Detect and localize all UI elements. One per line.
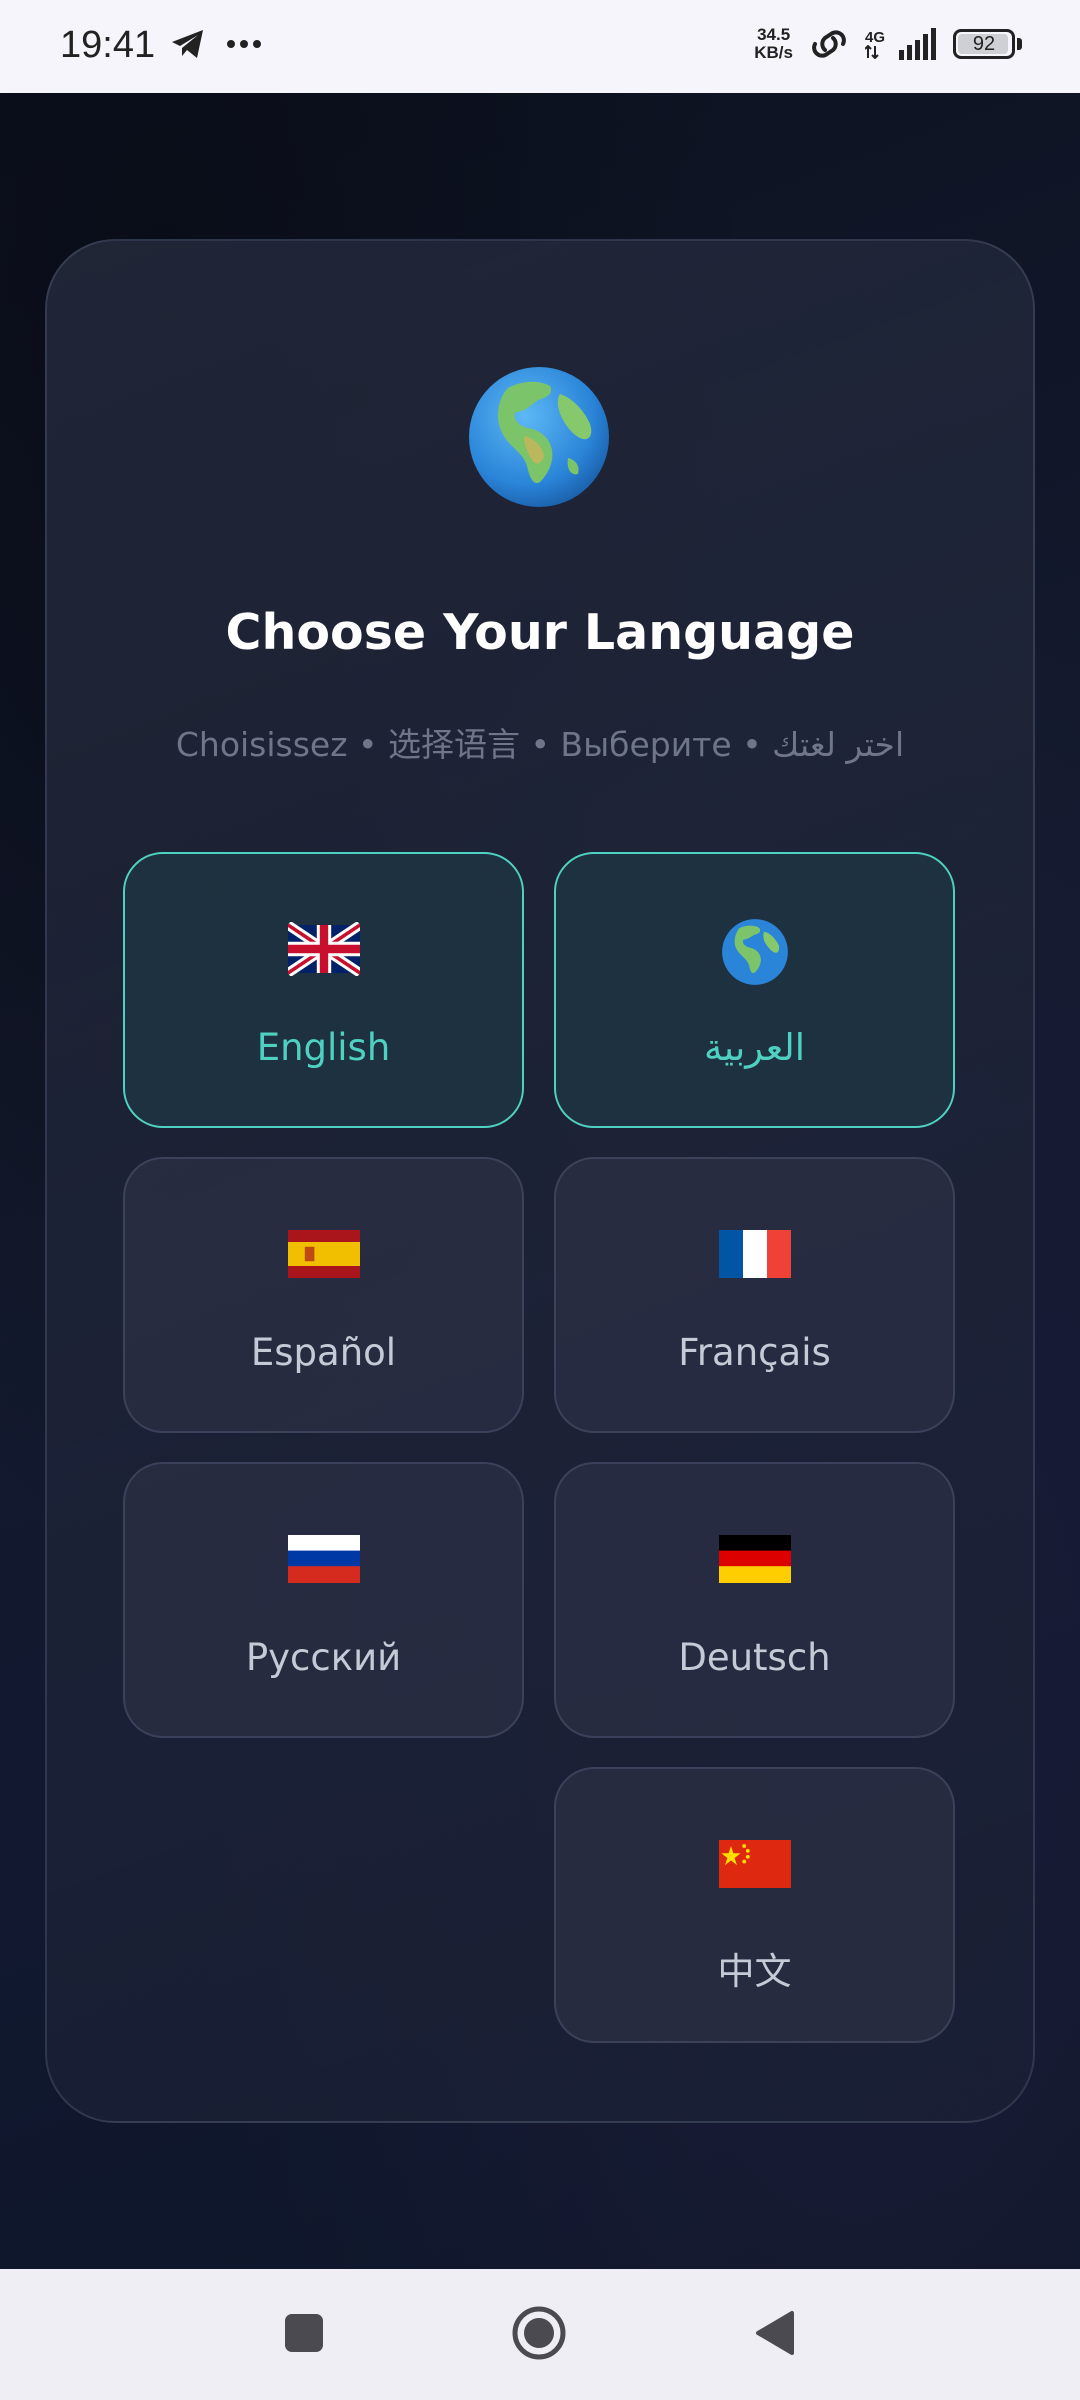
page-title: Choose Your Language [225, 604, 855, 661]
battery-icon: 92 [953, 29, 1015, 59]
link-icon [812, 30, 846, 58]
telegram-icon [172, 30, 203, 58]
globe-icon [721, 919, 788, 985]
status-time: 19:41 [60, 24, 156, 66]
net-speed-value: 34.5 [757, 25, 791, 44]
language-label: Deutsch [678, 1636, 831, 1679]
network-type-label: 4G [864, 28, 885, 46]
germany-flag-icon [718, 1535, 791, 1583]
language-label: English [256, 1026, 391, 1069]
language-label: 中文 [717, 1950, 792, 1993]
home-button[interactable] [503, 2297, 575, 2369]
net-speed: 34.5 KB/s [754, 26, 793, 62]
language-option-english[interactable]: English [123, 852, 524, 1128]
uk-flag-icon [287, 922, 360, 976]
language-option-russian[interactable]: Русский [123, 1462, 524, 1738]
recents-icon [285, 2314, 323, 2352]
status-bar: 19:41 34.5 KB/s 4G 92 [0, 0, 1080, 93]
language-option-german[interactable]: Deutsch [554, 1462, 955, 1738]
recents-button[interactable] [268, 2297, 340, 2369]
network-type: 4G [864, 28, 885, 59]
globe-icon [469, 367, 609, 507]
home-icon [512, 2306, 566, 2360]
language-option-arabic[interactable]: العربية [554, 852, 955, 1128]
language-label: العربية [703, 1026, 806, 1069]
language-label: Français [678, 1331, 831, 1374]
language-option-french[interactable]: Français [554, 1157, 955, 1433]
net-speed-unit: KB/s [754, 43, 793, 62]
language-option-chinese[interactable]: 中文 [554, 1767, 955, 2043]
language-label: Español [250, 1331, 397, 1374]
data-arrows-icon [864, 44, 879, 59]
china-flag-icon [718, 1840, 791, 1888]
page-subtitle: Choisissez • 选择语言 • Выберите • اختر لغتك [175, 725, 905, 764]
back-button[interactable] [738, 2297, 810, 2369]
language-label: Русский [245, 1636, 402, 1679]
battery-level: 92 [972, 32, 996, 55]
more-icon [227, 40, 261, 48]
spain-flag-icon [287, 1230, 360, 1278]
system-nav-bar [0, 2269, 1080, 2400]
france-flag-icon [718, 1230, 791, 1278]
back-icon [756, 2311, 794, 2355]
russia-flag-icon [287, 1535, 360, 1583]
language-option-spanish[interactable]: Español [123, 1157, 524, 1433]
signal-icon [899, 28, 936, 60]
